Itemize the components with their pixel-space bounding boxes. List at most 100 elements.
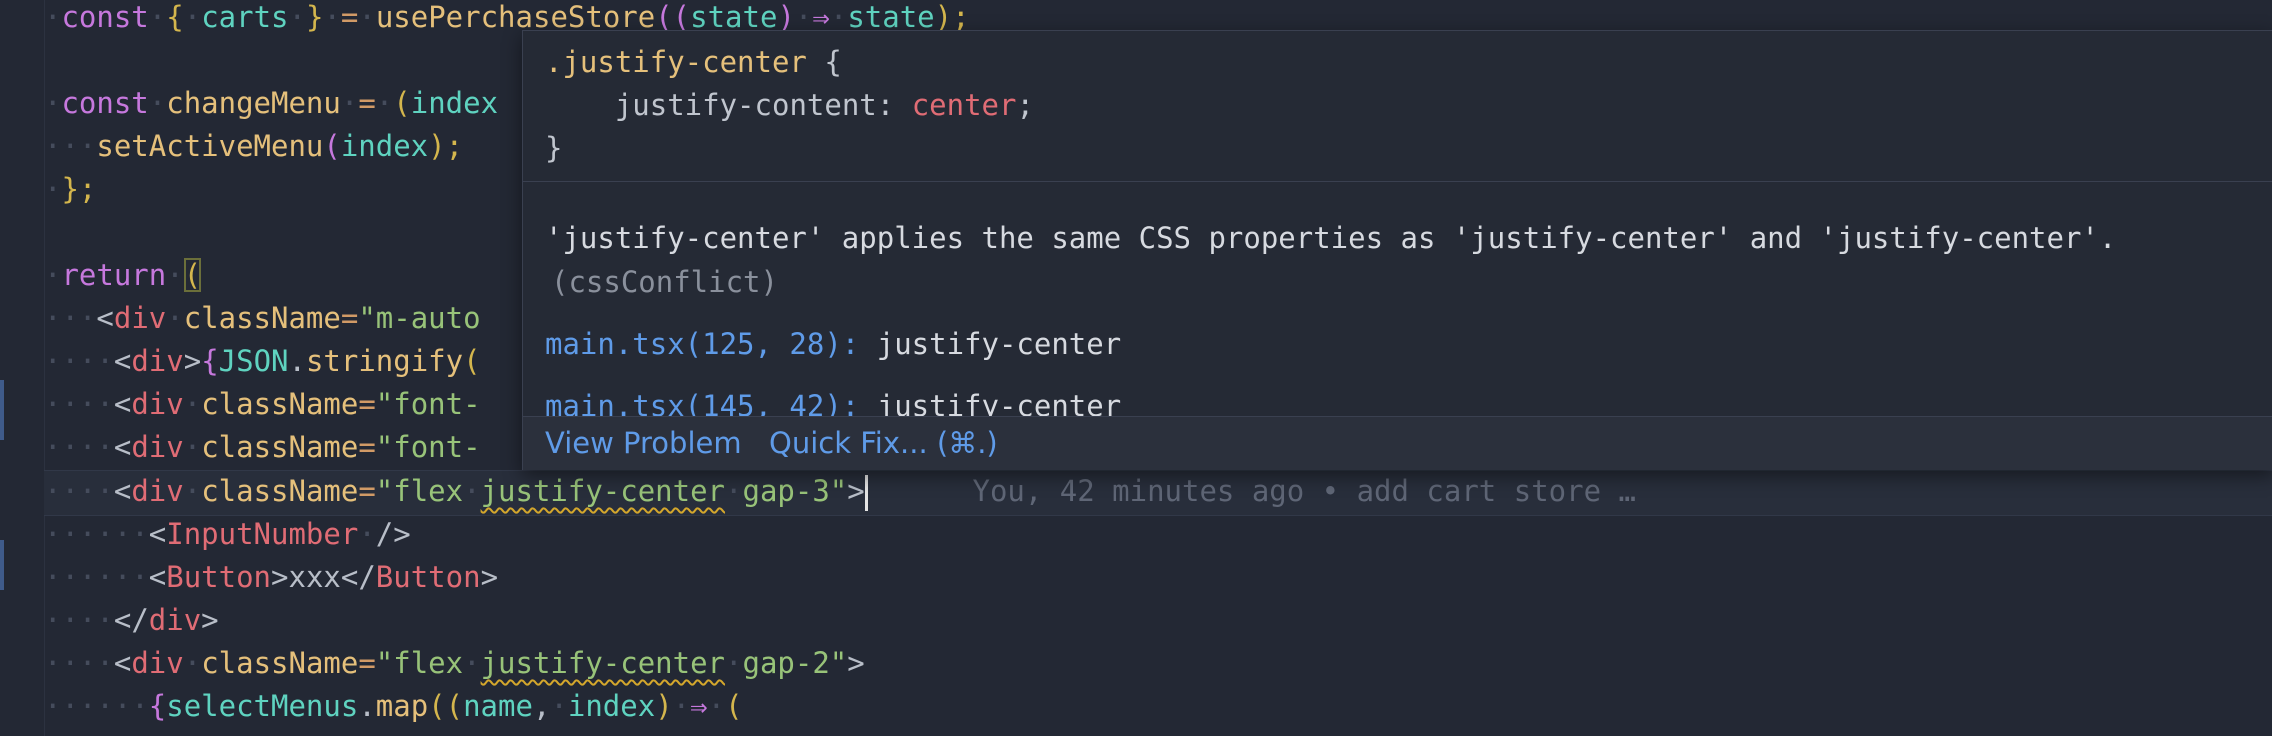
code-line[interactable]: ····<div·className="font-: [44, 383, 481, 426]
punctuation: );: [934, 0, 970, 34]
string: "flex: [375, 474, 464, 508]
identifier: index: [410, 86, 499, 120]
operator: =: [340, 301, 359, 335]
punctuation: <: [113, 646, 132, 680]
identifier: state: [847, 0, 935, 34]
keyword: const: [61, 86, 149, 120]
code-line[interactable]: ···<div·className="m-auto: [44, 297, 481, 340]
related-location-link[interactable]: main.tsx(125, 28):: [545, 327, 859, 361]
related-location[interactable]: main.tsx(125, 28): justify-center: [545, 327, 1121, 361]
css-selector: .justify-center: [545, 45, 807, 79]
function-name: map: [375, 689, 429, 723]
identifier: carts: [201, 0, 289, 34]
punctuation: .: [288, 344, 306, 378]
punctuation: .: [358, 689, 376, 723]
operator: =: [358, 646, 376, 680]
css-property: justify-content: [614, 88, 877, 122]
jsx-tag: div: [148, 603, 202, 637]
css-brace: }: [545, 131, 563, 165]
jsx-tag: div: [131, 344, 184, 378]
identifier: index: [567, 689, 656, 723]
code-line[interactable]: ······<InputNumber·/>: [44, 513, 411, 556]
code-line[interactable]: ·return·(: [44, 254, 202, 297]
jsx-tag: InputNumber: [166, 517, 359, 551]
code-line[interactable]: ····<div·className="font-: [44, 426, 481, 469]
punctuation: <: [113, 387, 132, 421]
operator: =: [358, 430, 376, 464]
punctuation: >: [480, 560, 499, 594]
jsx-attribute: className: [201, 646, 359, 680]
jsx-attribute: className: [201, 387, 359, 421]
identifier: name: [463, 689, 533, 723]
punctuation: >: [201, 603, 219, 637]
code-line-current[interactable]: ····<div·className="flex·justify-center·…: [44, 470, 1636, 513]
code-line[interactable]: ····</div>: [44, 599, 219, 642]
code-line[interactable]: ····<div·className="flex·justify-center·…: [44, 642, 865, 685]
punctuation: <: [113, 474, 132, 508]
keyword: const: [61, 0, 149, 34]
paren: (: [463, 344, 481, 378]
jsx-text: xxx: [288, 560, 341, 594]
warning-class-name[interactable]: justify-center: [481, 646, 725, 680]
jsx-tag: div: [131, 387, 184, 421]
paren: (: [393, 86, 411, 120]
paren: ): [777, 0, 795, 34]
matched-bracket: (: [183, 258, 202, 292]
code-line[interactable]: ······{selectMenus.map((name,·index)·⇒·(: [44, 685, 743, 728]
punctuation: );: [428, 129, 464, 163]
git-blame-annotation: You, 42 minutes ago • add cart store …: [972, 474, 1636, 508]
function-name: stringify: [305, 344, 464, 378]
identifier: selectMenus: [166, 689, 359, 723]
diagnostic-message: 'justify-center' applies the same CSS pr…: [545, 221, 2117, 255]
diagnostic-code: (cssConflict): [551, 265, 778, 299]
paren: ((: [428, 689, 464, 723]
punctuation: </: [113, 603, 149, 637]
hover-actions-bar: View Problem Quick Fix... (⌘.): [523, 416, 2272, 470]
punctuation: >: [847, 646, 865, 680]
hover-popup[interactable]: .justify-center { justify-content: cente…: [522, 30, 2272, 470]
css-rule-preview: .justify-center { justify-content: cente…: [545, 41, 1034, 170]
punctuation: <: [148, 560, 167, 594]
code-line[interactable]: ···setActiveMenu(index);: [44, 125, 463, 168]
gutter-change-marker: [0, 380, 4, 440]
punctuation: <: [113, 430, 132, 464]
gutter-change-marker: [0, 540, 4, 590]
jsx-tag: div: [131, 430, 184, 464]
warning-class-name[interactable]: justify-center: [481, 474, 725, 508]
jsx-attribute: className: [183, 301, 341, 335]
related-location-name: justify-center: [876, 327, 1122, 361]
punctuation: ,: [532, 689, 551, 723]
operator: =: [340, 0, 359, 34]
arrow: ⇒: [690, 689, 708, 723]
jsx-tag: Button: [166, 560, 272, 594]
operator: =: [358, 387, 376, 421]
code-line[interactable]: ·};: [44, 168, 96, 211]
css-value: center: [911, 88, 1017, 122]
view-problem-link[interactable]: View Problem: [545, 426, 742, 460]
jsx-tag: div: [131, 474, 184, 508]
quick-fix-link[interactable]: Quick Fix... (⌘.): [769, 426, 998, 460]
paren: (: [725, 689, 743, 723]
punctuation: >: [271, 560, 289, 594]
punctuation: >: [847, 474, 865, 508]
identifier: state: [690, 0, 778, 34]
css-semicolon: ;: [1016, 88, 1034, 122]
paren: ((: [655, 0, 691, 34]
function-name: changeMenu: [166, 86, 341, 120]
punctuation: </: [340, 560, 376, 594]
css-colon: :: [876, 88, 895, 122]
punctuation: >: [183, 344, 202, 378]
jsx-attribute: className: [201, 430, 359, 464]
punctuation: <: [148, 517, 167, 551]
string: gap-3": [742, 474, 848, 508]
identifier: JSON: [218, 344, 289, 378]
punctuation: <: [113, 344, 132, 378]
code-line[interactable]: ······<Button>xxx</Button>: [44, 556, 498, 599]
string: "flex: [375, 646, 464, 680]
jsx-tag: Button: [375, 560, 481, 594]
css-brace: {: [824, 45, 842, 79]
jsx-attribute: className: [201, 474, 359, 508]
function-name: usePerchaseStore: [375, 0, 656, 34]
code-line[interactable]: ·const·changeMenu·=·(index: [44, 82, 498, 125]
code-line[interactable]: ····<div>{JSON.stringify(: [44, 340, 481, 383]
